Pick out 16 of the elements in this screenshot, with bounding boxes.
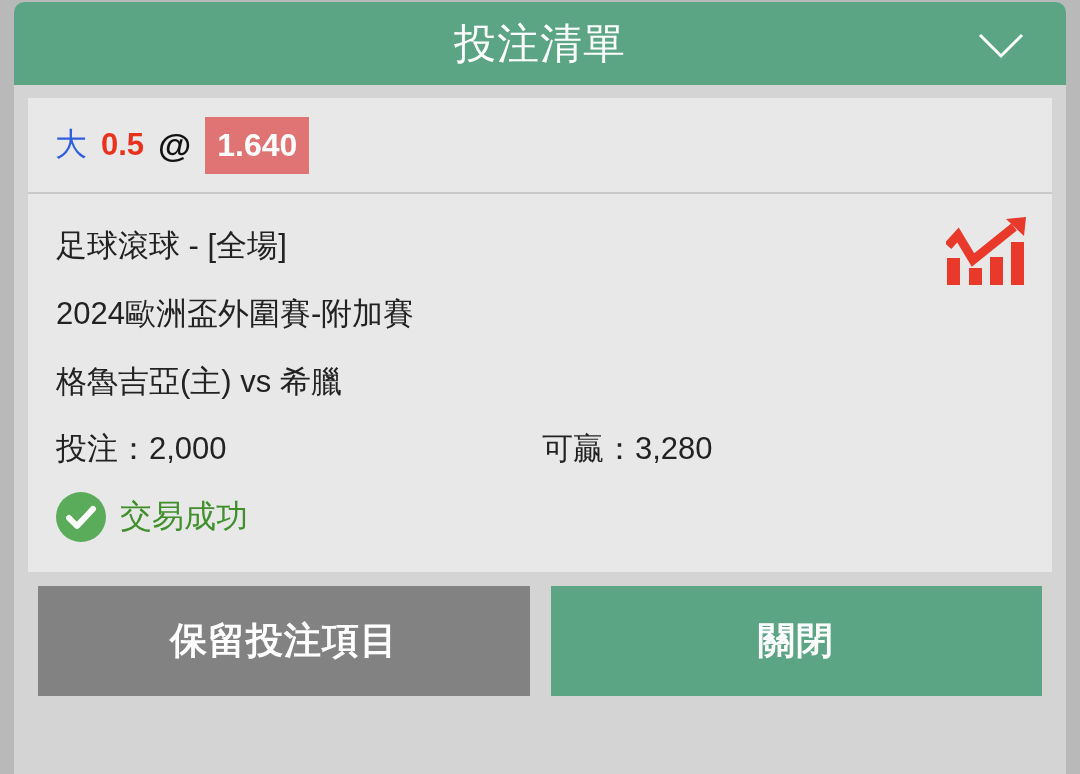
match-text: 格魯吉亞(主) vs 希臘 <box>56 363 343 401</box>
stake-text: 投注：2,000 <box>56 430 228 468</box>
odds-badge: 1.640 <box>205 116 310 174</box>
handicap-line: 0.5 <box>101 127 145 163</box>
potential-win-text: 可贏：3,280 <box>542 430 714 468</box>
competition-text: 2024歐洲盃外圍賽-附加賽 <box>56 295 415 333</box>
market-text: 足球滾球 - [全場] <box>56 227 288 265</box>
selection-side: 大 <box>55 125 87 164</box>
close-button[interactable]: 關閉 <box>550 586 1042 696</box>
at-sign: @ <box>158 125 192 165</box>
checkmark-circle-icon <box>56 492 106 542</box>
trending-chart-icon <box>946 216 1026 286</box>
status-text: 交易成功 <box>120 497 248 536</box>
keep-selections-button[interactable]: 保留投注項目 <box>38 586 530 696</box>
header-title: 投注清單 <box>454 18 626 69</box>
chevron-down-icon[interactable] <box>978 33 1024 59</box>
